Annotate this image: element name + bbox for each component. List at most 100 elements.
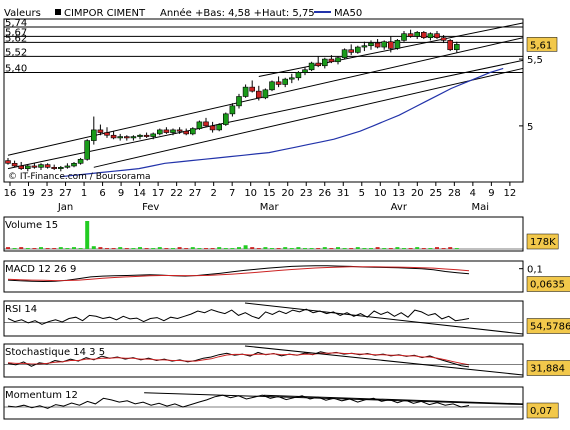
candle-body	[321, 58, 328, 67]
x-tick-label: 10	[244, 188, 257, 199]
volume-bar	[230, 248, 235, 250]
price-y-tick-label: 5	[527, 122, 533, 133]
indicator-trendline	[244, 302, 524, 335]
candle-body	[341, 49, 348, 59]
volume-bar	[375, 247, 380, 249]
volume-bar	[296, 247, 301, 249]
x-tick-label: 5	[359, 188, 365, 199]
candle-body	[223, 113, 229, 125]
volume-bar	[164, 248, 169, 250]
candle-body	[242, 86, 249, 97]
volume-bar	[441, 248, 446, 250]
candle-body	[216, 124, 222, 131]
candle-body	[368, 42, 374, 47]
candle-body	[434, 33, 440, 39]
indicator-trendline	[144, 392, 524, 406]
volume-bar	[171, 248, 175, 250]
candle-body	[71, 162, 77, 167]
candle-body	[150, 133, 156, 137]
month-label: Fev	[142, 202, 159, 213]
candle-body	[295, 72, 302, 79]
volume-bar	[45, 248, 50, 250]
candle-body	[269, 81, 275, 91]
ma50-line	[60, 67, 504, 178]
candle-body	[57, 167, 64, 169]
candle-body	[5, 160, 11, 164]
volume-bar	[415, 247, 420, 249]
price-level-label: 5,52	[5, 47, 27, 58]
volume-bar	[256, 248, 261, 250]
candle-body	[130, 136, 137, 139]
candle-body	[229, 105, 236, 115]
x-tick-label: 22	[170, 188, 183, 199]
x-tick-label: 23	[300, 188, 313, 199]
volume-bar	[421, 248, 426, 250]
x-tick-label: 6	[99, 188, 105, 199]
indicator-frame	[3, 300, 524, 337]
price-level-label: 5,62	[5, 33, 27, 44]
volume-bar	[12, 248, 17, 250]
volume-bar	[52, 248, 57, 250]
month-label: Mar	[260, 202, 280, 213]
month-label: Jan	[57, 202, 73, 213]
candle-body	[394, 40, 401, 49]
volume-bar	[362, 248, 367, 250]
candle-body	[110, 134, 117, 139]
stock-legend-swatch	[55, 9, 61, 15]
indicator-title: Volume 15	[5, 220, 58, 231]
indicator-panels: Volume 15 178K MACD 12 26 9 0,1 0,0635 RSI 14…	[3, 216, 570, 420]
year-range-text: Année +Bas: 4,58 +Haut: 5,75	[160, 7, 315, 19]
x-tick-label: 25	[429, 188, 442, 199]
indicator-y-tick-label: 0,1	[527, 265, 543, 276]
x-tick-label: 9	[488, 188, 494, 199]
candle-body	[91, 129, 97, 141]
volume-bar	[124, 248, 129, 250]
volume-bar	[369, 248, 373, 250]
volume-bar	[382, 248, 387, 250]
candle-body	[354, 46, 361, 53]
candle-body	[387, 41, 394, 49]
candle-body	[104, 132, 110, 136]
indicator-title: RSI 14	[5, 304, 37, 315]
candle-body	[401, 33, 407, 41]
candle-body	[315, 62, 322, 67]
candle-body	[249, 86, 255, 92]
candle-body	[262, 89, 269, 99]
x-tick-label: 13	[392, 188, 405, 199]
price-trendline	[93, 67, 523, 168]
volume-bar	[408, 248, 413, 250]
candle-body	[361, 45, 368, 48]
volume-bar	[72, 247, 76, 249]
indicator-line	[7, 308, 470, 325]
volume-bar	[184, 248, 189, 250]
candle-body	[157, 129, 163, 135]
candle-body	[440, 37, 447, 41]
price-panel-frame	[3, 18, 524, 183]
volume-bar	[250, 247, 255, 249]
x-axis: 16 19 23 27 1 6 9 14 17 22 27 2 7 10 15 20 23 26 31 5 10 13 20…	[4, 182, 517, 213]
x-tick-label: 4	[470, 188, 476, 199]
stock-name: CIMPOR CIMENT	[64, 8, 146, 19]
volume-bar	[58, 247, 63, 249]
volume-bar	[197, 248, 202, 250]
volume-bar	[25, 248, 30, 250]
x-tick-label: 23	[41, 188, 54, 199]
x-tick-label: 12	[504, 188, 517, 199]
volume-bar	[448, 247, 453, 249]
candle-body	[18, 165, 25, 169]
volume-bar	[98, 247, 103, 249]
candle-body	[97, 129, 104, 133]
indicator-title: Momentum 12	[5, 390, 78, 401]
indicator-value-text: 0,0635	[530, 280, 565, 291]
indicator-panel: Momentum 12 0,07	[3, 386, 559, 420]
candle-body	[236, 96, 242, 107]
x-tick-label: 17	[152, 188, 165, 199]
volume-bar	[322, 247, 327, 249]
volume-bar	[263, 247, 268, 249]
indicator-frame	[3, 386, 524, 420]
volume-bar	[237, 247, 241, 249]
month-label: Mai	[471, 202, 489, 213]
candle-body	[328, 58, 335, 63]
x-tick-label: 14	[133, 188, 146, 199]
indicator-trendline	[263, 394, 524, 405]
